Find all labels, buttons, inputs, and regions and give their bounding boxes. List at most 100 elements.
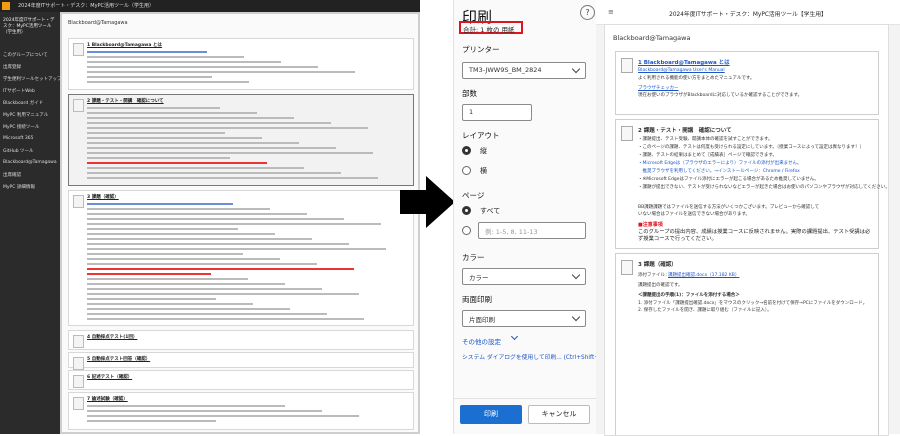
content-card: 2 課題・テスト・開講 確認について [68, 94, 414, 186]
document-icon [621, 126, 633, 141]
cancel-button[interactable]: キャンセル [528, 405, 590, 424]
card-title[interactable]: 2 課題・テスト・開講 確認について [87, 98, 164, 104]
more-settings-link[interactable]: その他の設定 [462, 336, 501, 346]
text-line [87, 308, 290, 310]
document-icon [73, 375, 84, 388]
sidebar-item[interactable]: GitHub ツール [3, 148, 34, 154]
layout-landscape-radio[interactable] [462, 166, 471, 175]
section1-link2[interactable]: ブラウザチェッカー [638, 85, 679, 91]
text-line [87, 208, 270, 210]
preview-section-1: 1 Blackboard@Tamagawa とは Blackboard@Tama… [615, 51, 879, 115]
preview-section-2: 2 課題・テスト・開講 確認について ・課題提出、テスト受験、開講本体の確認を試… [615, 119, 888, 249]
pages-all-radio[interactable] [462, 206, 471, 215]
text-line [87, 132, 225, 134]
notice-title: ■注意事項 [638, 222, 663, 228]
color-value: カラー [469, 274, 489, 282]
card-title[interactable]: 6 記述テスト（確認） [87, 374, 132, 380]
pages-all-label: すべて [480, 207, 501, 215]
text-line [87, 112, 257, 114]
text-line [87, 76, 212, 78]
card-title[interactable]: 1 Blackboard@Tamagawa とは [87, 42, 162, 48]
text-line [87, 318, 364, 320]
text-line [87, 283, 285, 285]
layout-portrait-label: 縦 [480, 147, 487, 155]
pages-label: ページ [462, 191, 485, 200]
text-line [87, 293, 359, 295]
section2-text-b: いない場合はファイルを送信できない場合があります。 [638, 212, 751, 217]
sidebar-item[interactable]: Blackboard ガイド [3, 100, 43, 106]
printer-value: TM3-JWW9S_BM_2824 [469, 66, 542, 74]
section2-line: 推奨ブラウザを利用してください。→インストールページ：Chrome / Fire… [638, 169, 800, 174]
text-line [87, 218, 344, 220]
layout-label: レイアウト [462, 131, 500, 140]
chevron-down-icon [571, 64, 581, 74]
section1-text1: よく利用される機能の使い方をまとめたマニュアルです。 [638, 76, 755, 81]
sidebar-item[interactable]: Microsoft 365 [3, 136, 34, 141]
duplex-label: 両面印刷 [462, 295, 492, 304]
sidebar-item[interactable]: MyPC 利用マニュアル [3, 112, 48, 118]
text-line [87, 127, 368, 129]
course-content: Blackboard@Tamagawa 1 Blackboard@Tamagaw… [62, 14, 418, 432]
document-icon [621, 58, 633, 73]
card-title[interactable]: 7 論述試験（確認） [87, 396, 128, 402]
help-icon[interactable]: ? [580, 5, 595, 20]
pages-custom-radio[interactable] [462, 226, 471, 235]
section1-link[interactable]: Blackboard@Tamagawa User's Manual [638, 68, 725, 73]
section2-title: 2 課題・テスト・開講 確認について [638, 128, 732, 134]
text-line [87, 213, 307, 215]
sidebar-item[interactable]: MyPC 接続ツール [3, 124, 39, 130]
section3-file-link[interactable]: 課題提出確認.docx（17.182 KB） [668, 272, 739, 278]
sidebar: 2024年度ITサポート・デスク：MyPC活用ツール（学生用） このグループにつ… [0, 12, 62, 434]
printer-select[interactable]: TM3-JWW9S_BM_2824 [462, 62, 586, 79]
print-button[interactable]: 印刷 [460, 405, 522, 424]
text-line [87, 61, 281, 63]
card-title[interactable]: 3 課題（確認） [87, 194, 119, 200]
text-line [87, 223, 381, 225]
copies-input[interactable]: 1 [462, 104, 532, 121]
sidebar-item[interactable]: ITサポートWeb [3, 88, 35, 94]
document-icon [73, 43, 84, 56]
total-sheets: 合計: 1 枚の 用紙 [463, 26, 515, 34]
content-card: 7 論述試験（確認） [68, 392, 414, 430]
document-icon [621, 260, 633, 275]
sidebar-item[interactable]: MyPC 詳細情報 [3, 184, 35, 190]
color-select[interactable]: カラー [462, 268, 586, 285]
sidebar-item[interactable]: Blackboard@Tamagawa [3, 160, 57, 165]
text-line [87, 117, 294, 119]
sidebar-item[interactable]: 出席確認 [3, 172, 21, 178]
duplex-select[interactable]: 片面印刷 [462, 310, 586, 327]
sidebar-item[interactable]: 学生便利ツールセットアップ [3, 76, 62, 82]
text-line [87, 177, 378, 179]
pages-custom-input[interactable]: 例: 1-5, 8, 11-13 [478, 222, 586, 239]
text-line [87, 203, 233, 205]
text-line [87, 51, 207, 53]
text-line [87, 243, 349, 245]
section3-attachment-label: 添付ファイル： [638, 273, 670, 278]
section2-line: ・課題が提出できない、テストが受けられないなどエラーが起きた場合はお使いのパソコ… [638, 185, 889, 190]
layout-portrait-radio[interactable] [462, 146, 471, 155]
section1-title[interactable]: 1 Blackboard@Tamagawa とは [638, 58, 730, 66]
copies-value: 1 [469, 108, 474, 116]
card-title[interactable]: 5 自動採点テスト回答（確認） [87, 356, 150, 362]
text-line [87, 56, 244, 58]
chevron-down-icon [510, 332, 519, 341]
text-line [87, 253, 243, 255]
preview-header: ≡ 2024年度ITサポート・デスク：MyPC活用ツール【学生用】 [596, 0, 900, 25]
duplex-value: 片面印刷 [469, 316, 495, 324]
sidebar-header: 2024年度ITサポート・デスク：MyPC活用ツール（学生用） [3, 18, 55, 35]
sidebar-item[interactable]: このグループについて [3, 52, 48, 58]
text-line [87, 66, 318, 68]
sidebar-item[interactable]: 出席登録 [3, 64, 21, 70]
notice-text: このグループの提出内容、成績は授業コースに反映されません。実際の課題提出、テスト… [638, 229, 871, 242]
footer-divider [454, 398, 597, 399]
card-title[interactable]: 4 自動採点テスト(1回） [87, 334, 137, 340]
system-dialog-link[interactable]: システム ダイアログを使用して印刷... (Ctrl+Shift+P) [462, 352, 605, 361]
text-line [87, 167, 304, 169]
section2-line: ・課題提出、テスト受験、開講本体の確認を試すことができます。 [638, 137, 773, 142]
text-line [87, 147, 336, 149]
text-line [87, 278, 248, 280]
document-icon [73, 357, 84, 370]
text-line [87, 303, 253, 305]
section2-line: ・このページの課題、テストは何度も受けられる設定にしています。（授業コースによっ… [638, 145, 864, 150]
content-card: 6 記述テスト（確認） [68, 370, 414, 390]
